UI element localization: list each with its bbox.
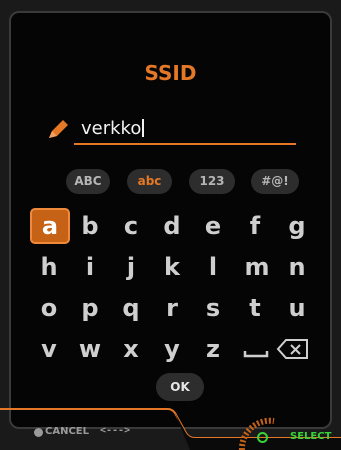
key-h[interactable]: h: [29, 249, 69, 285]
input-underline: [74, 143, 296, 145]
key-x[interactable]: x: [111, 331, 151, 367]
key-v[interactable]: v: [29, 331, 69, 367]
key-c[interactable]: c: [111, 208, 151, 244]
pencil-icon: [49, 120, 68, 138]
backspace-icon[interactable]: [276, 338, 310, 360]
mode-numbers-button[interactable]: 123: [189, 169, 235, 194]
device-frame: SSID verkko ABC abc 123 #@! a b c d e f …: [0, 0, 341, 450]
page-title: SSID: [144, 61, 197, 85]
key-e[interactable]: e: [193, 208, 233, 244]
key-y[interactable]: y: [152, 331, 192, 367]
key-s[interactable]: s: [193, 290, 233, 326]
key-j[interactable]: j: [111, 249, 151, 285]
key-r[interactable]: r: [152, 290, 192, 326]
key-i[interactable]: i: [70, 249, 110, 285]
ssid-input-value: verkko: [81, 118, 144, 139]
cancel-button[interactable]: CANCEL: [45, 426, 89, 437]
key-d[interactable]: d: [152, 208, 192, 244]
key-w[interactable]: w: [70, 331, 110, 367]
text-caret: [142, 119, 144, 137]
key-u[interactable]: u: [277, 290, 317, 326]
key-q[interactable]: q: [111, 290, 151, 326]
mode-lowercase-button[interactable]: abc: [127, 169, 172, 194]
key-z[interactable]: z: [193, 331, 233, 367]
key-b[interactable]: b: [70, 208, 110, 244]
key-f[interactable]: f: [235, 208, 275, 244]
key-t[interactable]: t: [235, 290, 275, 326]
key-l[interactable]: l: [193, 249, 233, 285]
mode-symbols-button[interactable]: #@!: [251, 169, 299, 194]
key-k[interactable]: k: [152, 249, 192, 285]
nav-hint: <--->: [100, 425, 131, 436]
space-bar-icon[interactable]: [243, 340, 269, 360]
cancel-icon: [34, 428, 43, 437]
key-g[interactable]: g: [277, 208, 317, 244]
ssid-text: verkko: [81, 118, 142, 139]
ssid-input[interactable]: verkko: [74, 116, 296, 145]
key-o[interactable]: o: [29, 290, 69, 326]
key-p[interactable]: p: [70, 290, 110, 326]
key-m[interactable]: m: [237, 249, 277, 285]
select-button[interactable]: SELECT: [290, 431, 331, 442]
key-a[interactable]: a: [30, 208, 70, 244]
select-icon: [257, 432, 268, 443]
key-n[interactable]: n: [277, 249, 317, 285]
ok-button[interactable]: OK: [156, 373, 204, 401]
mode-uppercase-button[interactable]: ABC: [66, 169, 110, 194]
